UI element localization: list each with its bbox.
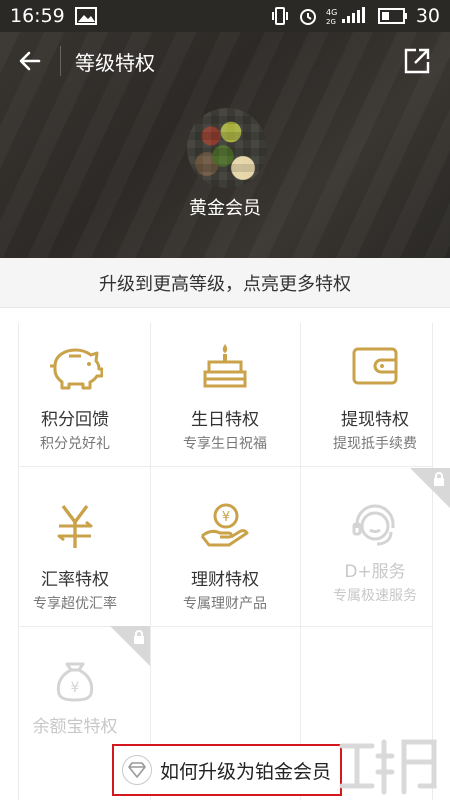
privilege-birthday[interactable]: 生日特权 专享生日祝福 (150, 316, 300, 466)
back-arrow-icon (19, 51, 41, 71)
page-title: 等级特权 (75, 50, 155, 75)
status-time: 16:59 (10, 5, 65, 27)
svg-text:¥: ¥ (222, 510, 230, 525)
birthday-cake-icon (195, 336, 255, 396)
piggy-bank-icon (45, 336, 105, 396)
member-header: 等级特权 黄金会员 (0, 32, 450, 258)
diamond-icon (122, 755, 152, 785)
svg-text:2G: 2G (326, 18, 336, 25)
alarm-icon (298, 6, 318, 26)
privilege-desc: 专享生日祝福 (183, 436, 267, 452)
member-level: 黄金会员 (189, 198, 261, 219)
svg-text:¥: ¥ (71, 680, 80, 696)
privilege-dplus-service[interactable]: D+服务 专属极速服务 (300, 468, 450, 618)
privilege-name: 汇率特权 (41, 570, 109, 590)
privilege-name: 余额宝特权 (32, 717, 118, 737)
avatar[interactable] (187, 108, 267, 188)
privilege-exchange[interactable]: 汇率特权 专享超优汇率 (0, 476, 150, 626)
lock-icon (434, 472, 444, 486)
lock-icon (134, 630, 144, 644)
privilege-desc: 专属理财产品 (183, 596, 267, 612)
yen-exchange-icon (45, 496, 105, 556)
privilege-desc: 专属极速服务 (333, 588, 417, 604)
share-button[interactable] (402, 46, 432, 76)
upgrade-guide-link[interactable]: 如何升级为铂金会员 (112, 744, 342, 796)
nav-bar: 等级特权 (0, 32, 450, 90)
wallet-icon (345, 336, 405, 396)
share-icon (404, 48, 430, 74)
privilege-grid: 积分回馈 积分兑好礼 生日特权 专享生日祝福 提现特权 提现抵手续费 汇率特权 … (0, 308, 450, 800)
money-bag-icon: ¥ (45, 648, 105, 708)
privilege-desc: 专享超优汇率 (33, 596, 117, 612)
upgrade-hint: 升级到更高等级，点亮更多特权 (0, 258, 450, 308)
privilege-name: D+服务 (344, 562, 406, 582)
nav-divider (60, 46, 61, 76)
image-notification-icon (74, 7, 97, 25)
battery-level: 30 (415, 5, 440, 27)
privilege-points[interactable]: 积分回馈 积分兑好礼 (0, 316, 150, 466)
privilege-withdraw[interactable]: 提现特权 提现抵手续费 (300, 316, 450, 466)
privilege-name: 生日特权 (191, 410, 259, 430)
privilege-desc: 提现抵手续费 (333, 436, 417, 452)
vibrate-icon (270, 6, 290, 26)
privilege-name: 积分回馈 (41, 410, 109, 430)
privilege-name: 理财特权 (191, 570, 259, 590)
privilege-name: 提现特权 (341, 410, 409, 430)
headset-icon (345, 496, 405, 556)
privilege-desc: 积分兑好礼 (40, 436, 110, 452)
privilege-wealth[interactable]: ¥ 理财特权 专属理财产品 (150, 476, 300, 626)
back-button[interactable] (0, 32, 60, 90)
battery-icon (377, 8, 408, 24)
grid-divider (18, 466, 432, 467)
hand-coin-icon: ¥ (195, 496, 255, 556)
upgrade-guide-label: 如何升级为铂金会员 (160, 760, 332, 783)
svg-text:4G: 4G (326, 8, 337, 17)
watermark-logo (334, 728, 444, 798)
signal-icon: 4G 2G (326, 7, 370, 25)
status-bar: 16:59 4G 2G 30 (0, 0, 450, 32)
